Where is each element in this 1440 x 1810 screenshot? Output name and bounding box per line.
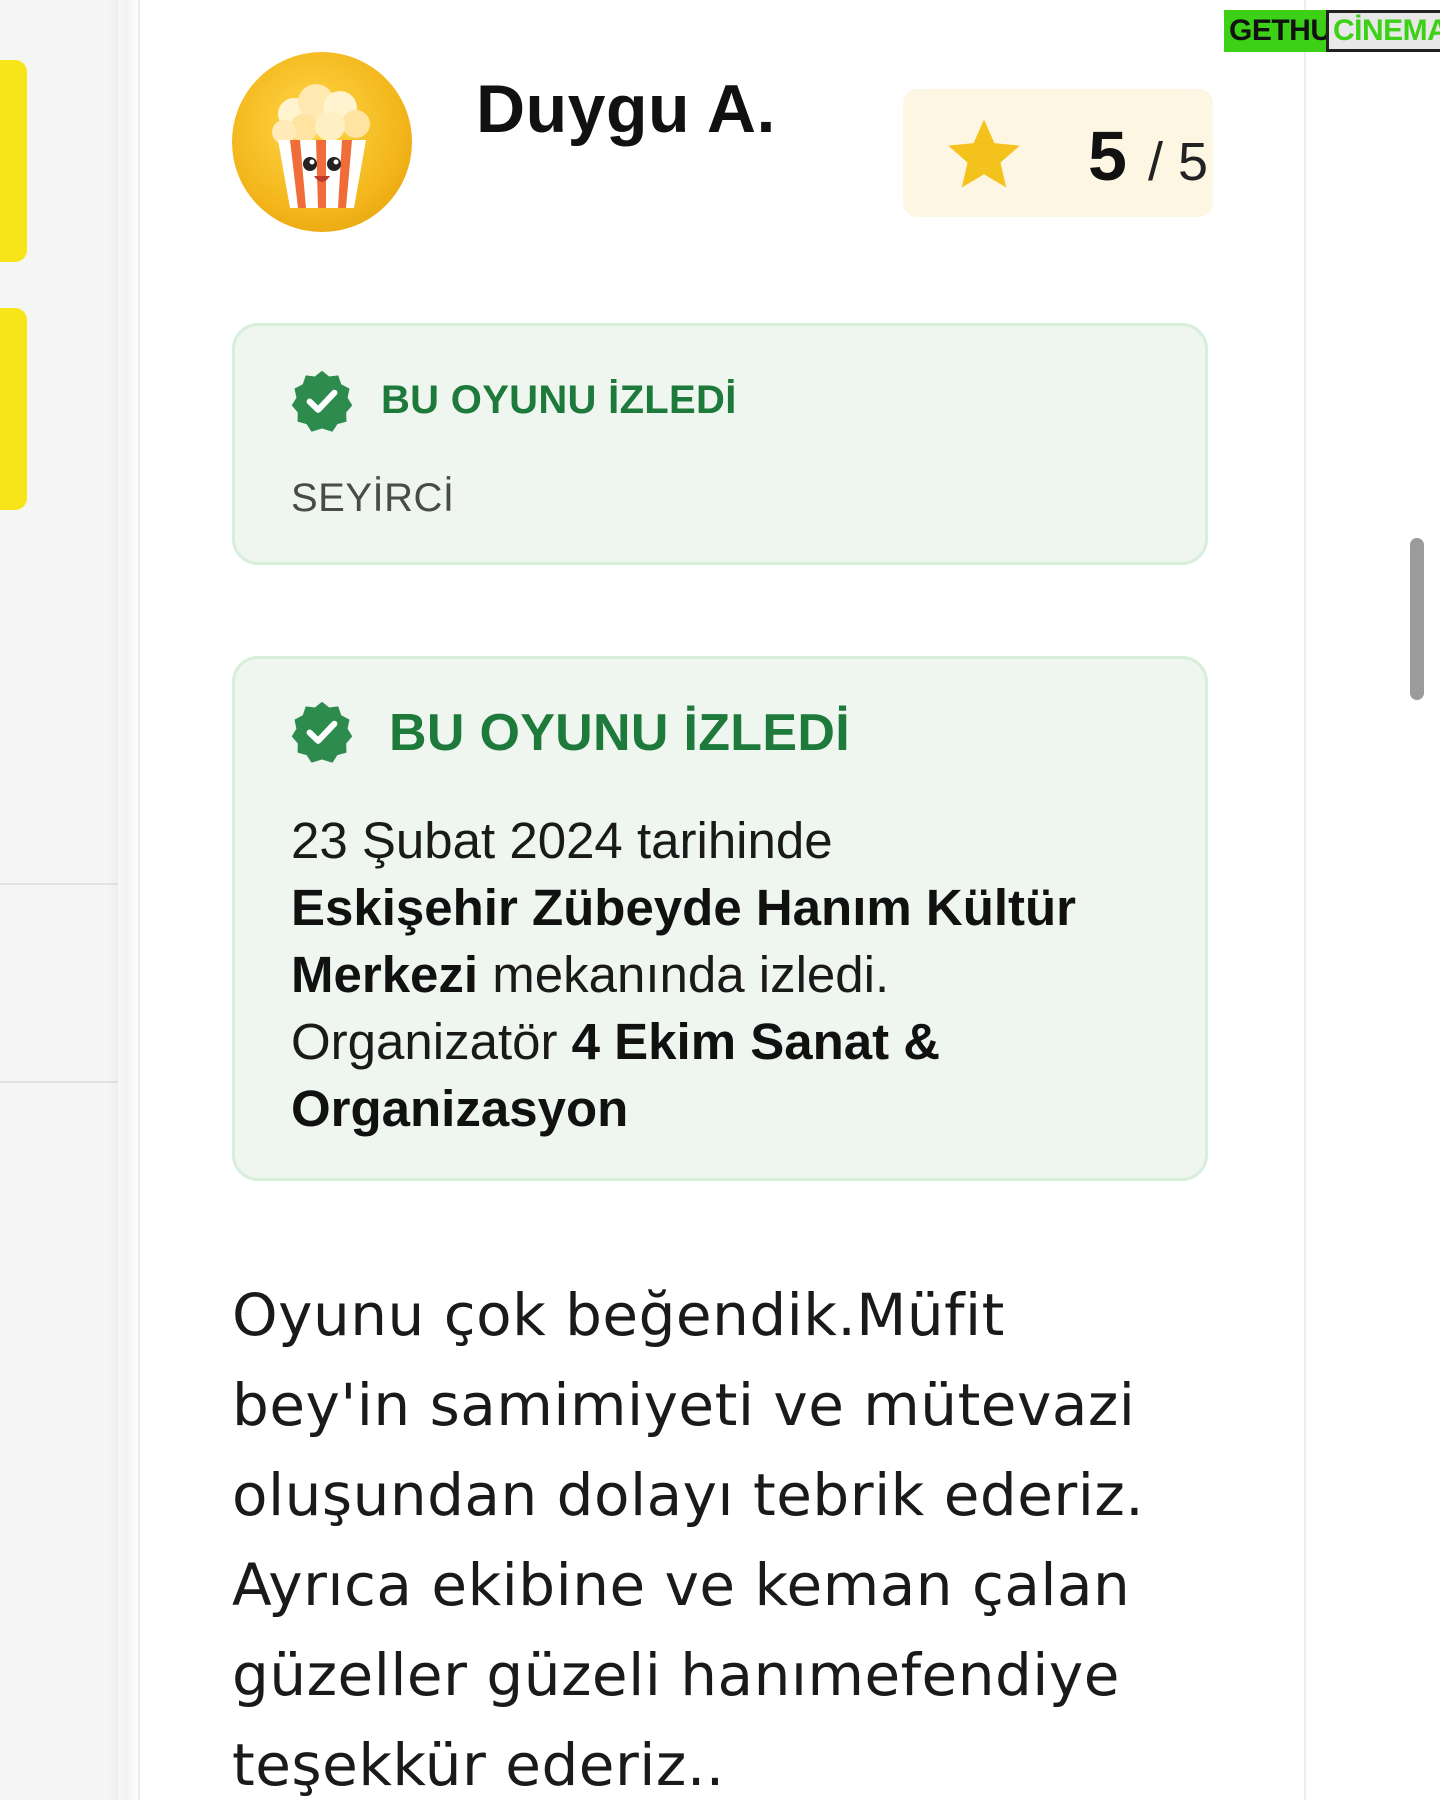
- rating-badge: 5 / 5: [903, 89, 1213, 217]
- comment-line: Oyunu çok beğendik.Müfit: [232, 1281, 1005, 1349]
- review-comment: Oyunu çok beğendik.Müfit bey'in samimiye…: [232, 1270, 1232, 1810]
- popcorn-avatar-icon: [232, 52, 412, 232]
- comment-line: oluşundan dolayı tebrik ederiz.: [232, 1461, 1145, 1529]
- comment-line: teşekkür ederiz..: [232, 1731, 725, 1799]
- review-card: Duygu A. 5 / 5 BU OYUNU İZLEDİ SEYİRCİ B…: [138, 0, 1306, 1800]
- divider: [0, 1081, 118, 1083]
- comment-line: Ayrıca ekibine ve keman çalan: [232, 1551, 1131, 1619]
- event-date: 23 Şubat 2024 tarihinde: [291, 812, 833, 869]
- rating-value: 5: [1088, 117, 1127, 195]
- divider: [0, 883, 118, 885]
- role-label: SEYİRCİ: [291, 476, 455, 520]
- comment-line: güzeller güzeli hanımefendiye: [232, 1641, 1120, 1709]
- watermark-part2: CİNEMA: [1326, 10, 1440, 52]
- organizer-prefix: Organizatör: [291, 1013, 572, 1070]
- left-sidebar: [0, 0, 118, 1800]
- user-name: Duygu A.: [476, 71, 776, 147]
- verified-badge-icon: [291, 370, 353, 432]
- sidebar-tab-1[interactable]: [0, 60, 27, 262]
- audience-badge: BU OYUNU İZLEDİ SEYİRCİ: [232, 323, 1208, 565]
- panel-shadow: [108, 0, 138, 1800]
- watermark-part1: GETHU: [1224, 10, 1337, 52]
- event-details: 23 Şubat 2024 tarihinde Eskişehir Zübeyd…: [291, 807, 1171, 1142]
- event-badge: BU OYUNU İZLEDİ 23 Şubat 2024 tarihinde …: [232, 656, 1208, 1181]
- sidebar-tab-2[interactable]: [0, 308, 27, 510]
- star-icon: [948, 119, 1020, 188]
- watched-label: BU OYUNU İZLEDİ: [389, 704, 850, 762]
- watermark-logo: GETHU CİNEMA: [1222, 4, 1440, 52]
- venue-suffix: mekanında izledi.: [478, 946, 890, 1003]
- scrollbar-thumb[interactable]: [1410, 538, 1424, 700]
- verified-badge-icon: [291, 701, 353, 763]
- comment-line: bey'in samimiyeti ve mütevazi: [232, 1371, 1136, 1439]
- rating-max: / 5: [1148, 132, 1209, 192]
- watched-label: BU OYUNU İZLEDİ: [381, 378, 737, 422]
